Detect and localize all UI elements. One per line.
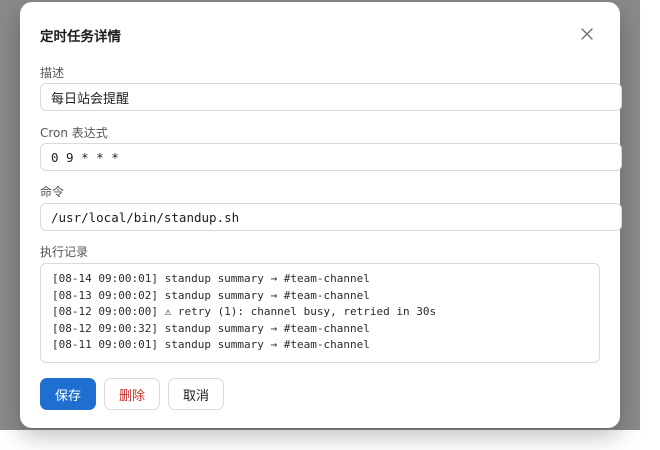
- description-field[interactable]: 每日站会提醒: [40, 83, 622, 111]
- close-icon: [581, 28, 593, 40]
- log-line: [08-14 09:00:01] standup summary → #team…: [52, 272, 370, 285]
- dialog-title: 定时任务详情: [40, 29, 121, 45]
- description-label: 描述: [40, 66, 65, 80]
- cron-job-detail-dialog: 定时任务详情 描述 每日站会提醒 Cron 表达式 0 9 * * * 命令 /…: [20, 2, 622, 428]
- log-line: [08-12 09:00:32] standup summary → #team…: [52, 321, 370, 335]
- close-button[interactable]: [577, 24, 597, 44]
- log-label: 执行记录: [40, 245, 89, 259]
- save-button[interactable]: 保存: [40, 378, 96, 410]
- log-line: [08-11 09:00:01] standup summary → #team…: [52, 338, 370, 352]
- execution-log[interactable]: [08-14 09:00:01] standup summary → #team…: [40, 263, 600, 363]
- log-line: [08-12 09:00:00] ⚠ retry (1): channel bu…: [52, 305, 437, 319]
- command-field[interactable]: /usr/local/bin/standup.sh: [40, 203, 622, 231]
- cancel-button[interactable]: 取消: [168, 378, 224, 410]
- cron-label: Cron 表达式: [40, 126, 108, 140]
- delete-button[interactable]: 删除: [104, 378, 160, 410]
- cron-field[interactable]: 0 9 * * *: [40, 143, 622, 171]
- log-line: [08-13 09:00:02] standup summary → #team…: [52, 288, 370, 302]
- command-label: 命令: [40, 185, 65, 199]
